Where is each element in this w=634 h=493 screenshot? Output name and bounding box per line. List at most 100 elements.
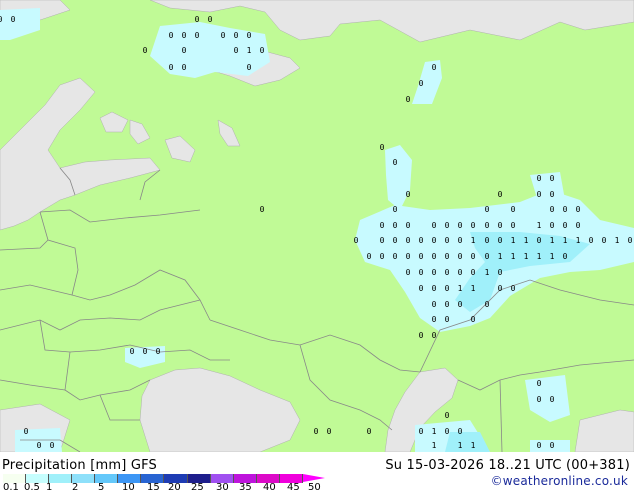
precip-value-label: 0 (0, 15, 3, 24)
precip-value-label: 0 (380, 236, 385, 245)
precip-value-label: 0 (380, 252, 385, 261)
precip-value-label: 0 (550, 221, 555, 230)
precip-value-label: 1 (511, 252, 516, 261)
precip-value-label: 0 (169, 31, 174, 40)
precip-value-label: 0 (393, 236, 398, 245)
precip-value-label: 0 (445, 268, 450, 277)
precip-value-label: 0 (445, 252, 450, 261)
precip-value-label: 1 (537, 221, 542, 230)
precip-value-label: 0 (432, 331, 437, 340)
precip-value-label: 0 (445, 300, 450, 309)
precip-value-label: 0 (471, 221, 476, 230)
precip-value-label: 0 (563, 205, 568, 214)
precip-value-label: 0 (182, 63, 187, 72)
precip-value-label: 0 (628, 236, 633, 245)
precip-value-label: 0 (419, 427, 424, 436)
precip-value-label: 0 (458, 427, 463, 436)
precip-value-label: 0 (234, 31, 239, 40)
precip-value-label: 0 (485, 236, 490, 245)
precipitation-map: 0000000010000000000000000000000000000000… (0, 0, 634, 452)
precip-value-label: 0 (37, 441, 42, 450)
precip-value-label: 1 (432, 441, 437, 450)
precip-value-label: 0 (419, 268, 424, 277)
precip-value-label: 0 (393, 252, 398, 261)
precip-value-label: 0 (485, 252, 490, 261)
precip-value-label: 0 (380, 221, 385, 230)
color-scale-tick-label: 40 (263, 482, 276, 493)
precip-value-label: 0 (498, 190, 503, 199)
color-scale-tick-label: 20 (168, 482, 181, 493)
precip-value-label: 0 (327, 427, 332, 436)
precip-value-label: 0 (50, 441, 55, 450)
precip-value-label: 0 (393, 221, 398, 230)
precip-value-label: 0 (182, 46, 187, 55)
precip-value-label: 0 (182, 31, 187, 40)
precip-value-label: 0 (445, 315, 450, 324)
precip-value-label: 0 (419, 252, 424, 261)
color-scale-tick-label: 25 (191, 482, 204, 493)
precip-value-label: 0 (458, 300, 463, 309)
precip-value-label: 0 (367, 427, 372, 436)
precip-value-label: 0 (485, 300, 490, 309)
precip-value-label: 0 (445, 221, 450, 230)
precip-value-label: 0 (406, 236, 411, 245)
precip-value-label: 1 (524, 236, 529, 245)
precip-value-label: 0 (485, 205, 490, 214)
precip-value-label: 1 (550, 236, 555, 245)
precip-value-label: 0 (576, 221, 581, 230)
precip-value-label: 0 (24, 427, 29, 436)
precip-value-label: 0 (432, 252, 437, 261)
precip-value-label: 0 (247, 63, 252, 72)
precip-value-label: 0 (576, 205, 581, 214)
precip-value-label: 0 (260, 46, 265, 55)
precip-value-label: 0 (458, 252, 463, 261)
precip-value-label: 0 (406, 221, 411, 230)
precip-value-label: 1 (432, 427, 437, 436)
precip-value-label: 0 (511, 205, 516, 214)
legend-title: Precipitation [mm] GFS (2, 458, 157, 473)
precip-value-label: 0 (458, 268, 463, 277)
precip-value-label: 0 (143, 46, 148, 55)
precip-value-label: 1 (576, 236, 581, 245)
precip-value-label: 0 (195, 31, 200, 40)
precip-value-label: 0 (367, 252, 372, 261)
precip-value-label: 0 (550, 174, 555, 183)
precip-value-label: 0 (432, 236, 437, 245)
color-scale-tick-label: 30 (216, 482, 229, 493)
precip-value-label: 0 (314, 427, 319, 436)
precip-value-label: 1 (471, 236, 476, 245)
precip-value-label: 0 (498, 221, 503, 230)
forecast-run-info: Su 15-03-2026 18..21 UTC (00+381) (385, 458, 630, 473)
precip-value-label: 0 (537, 190, 542, 199)
precip-value-label: 0 (11, 15, 16, 24)
precip-value-label: 0 (406, 252, 411, 261)
map-canvas: 0 0 0 0 0 00 0 1 000 0 00 00000000000 00 0 00 0 0 0 00 0 0 0 0… (0, 0, 634, 452)
precip-value-label: 0 (589, 236, 594, 245)
color-scale-tick-label: 1 (46, 482, 53, 493)
precip-value-label: 1 (511, 236, 516, 245)
precip-value-label: 1 (498, 252, 503, 261)
precip-value-label: 0 (432, 221, 437, 230)
precip-value-label: 0 (247, 31, 252, 40)
precip-value-label: 0 (432, 300, 437, 309)
credit-link[interactable]: ©weatheronline.co.uk (491, 474, 628, 488)
precip-value-label: 0 (419, 284, 424, 293)
precip-value-label: 0 (445, 284, 450, 293)
color-scale-tick-label: 10 (122, 482, 135, 493)
precip-value-label: 0 (432, 284, 437, 293)
precip-value-label: 0 (471, 268, 476, 277)
color-scale-swatch (49, 474, 73, 483)
precip-value-label: 1 (615, 236, 620, 245)
precip-value-label: 0 (498, 268, 503, 277)
precip-value-label: 0 (471, 315, 476, 324)
precip-value-label: 0 (406, 190, 411, 199)
precip-value-label: 0 (550, 395, 555, 404)
color-scale-tick-label: 0.5 (24, 482, 40, 493)
precip-value-label: 1 (563, 236, 568, 245)
precip-value-label: 0 (432, 268, 437, 277)
precip-value-label: 1 (550, 252, 555, 261)
color-scale-tick-label: 15 (147, 482, 160, 493)
precip-value-label: 0 (406, 95, 411, 104)
precip-value-label: 0 (537, 236, 542, 245)
precip-value-label: 0 (485, 221, 490, 230)
